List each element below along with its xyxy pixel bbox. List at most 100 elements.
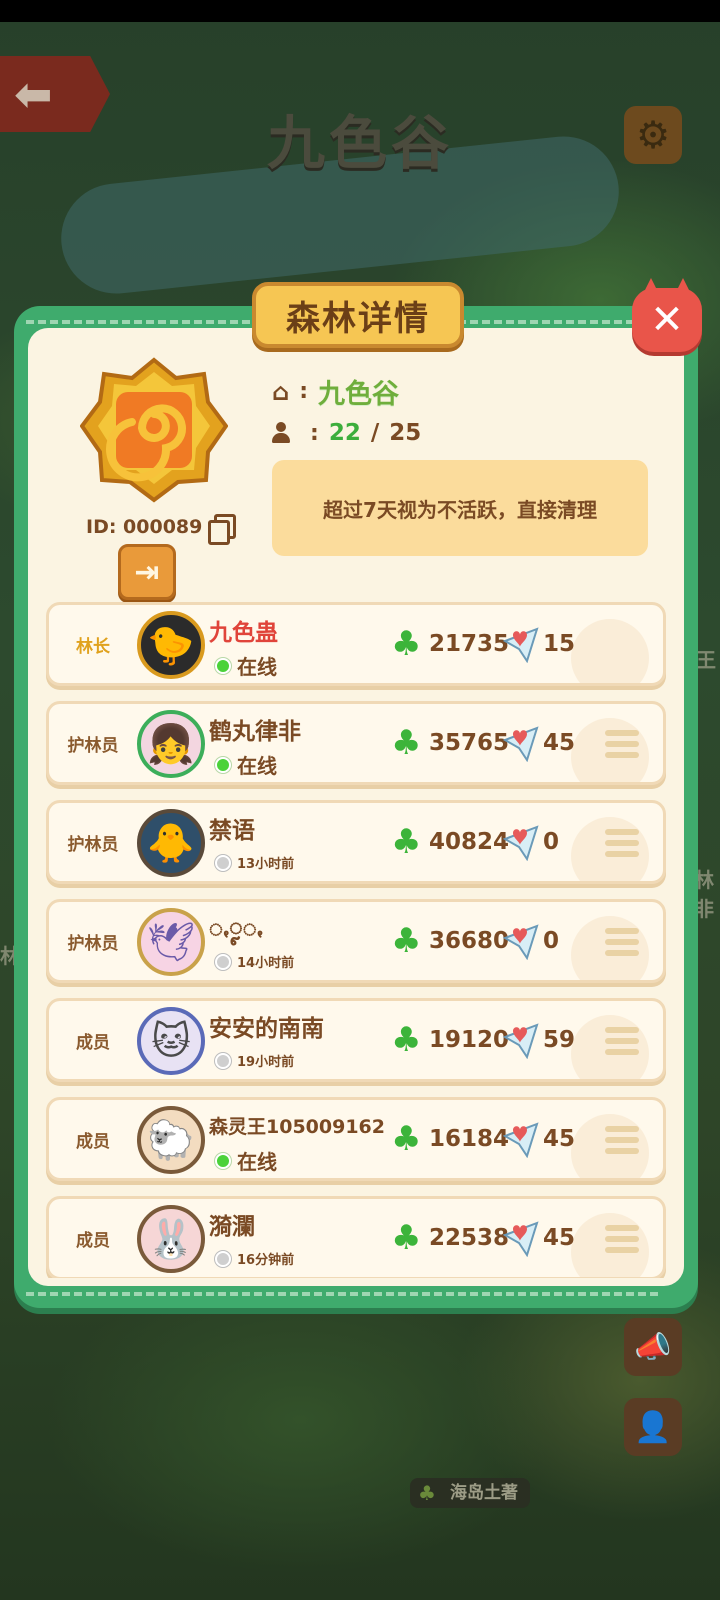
gift-count: 0 [543,928,560,954]
member-name: 禁语 [209,818,255,844]
settings-button[interactable]: ⚙ [624,106,682,164]
member-menu-icon[interactable] [605,1027,639,1059]
island-label[interactable]: 海岛土著 [410,1478,530,1508]
gift-count: 45 [543,730,576,756]
duck-sunglasses-avatar[interactable]: 🐤 [137,611,205,679]
status-text: 在线 [237,754,277,778]
members-icon [272,422,300,444]
sheep-avatar[interactable]: 🐑 [137,1106,205,1174]
member-role: 护林员 [67,834,119,855]
close-button[interactable]: ✕ [632,288,702,352]
gift-count: 0 [543,829,560,855]
clover-icon: ♣ [391,1020,422,1060]
member-row[interactable]: 护林员 🐥 禁语 13小时前 ♣ 40824 0 [46,800,666,884]
clover-icon: ♣ [391,624,422,664]
status-dot [215,953,231,970]
member-menu-icon[interactable] [605,928,639,960]
exit-forest-button[interactable]: ⇥ [118,544,176,600]
member-count-current: 22 [328,420,361,446]
member-row[interactable]: 护林员 👧 鹤丸律非 在线 ♣ 35765 45 [46,701,666,785]
member-name: 九色蛊 [209,620,278,646]
member-menu-icon[interactable] [605,1126,639,1158]
member-menu-icon[interactable] [605,730,639,762]
dialog-title: 森林详情 [252,282,464,348]
announce-button[interactable]: 📣 [624,1318,682,1376]
member-role: 护林员 [67,933,119,954]
gift-count: 45 [543,1126,576,1152]
send-heart-icon [503,726,539,762]
status-text: 在线 [237,655,277,679]
colon: : [299,379,308,404]
member-count-row: : 22 / 25 [272,420,421,446]
member-role: 护林员 [67,735,119,756]
home-icon: ⌂ [272,377,290,406]
chick-avatar[interactable]: 🐥 [137,809,205,877]
forest-id-text: ID: 000089 [86,516,203,538]
member-role: 林长 [76,636,110,657]
profile-card-icon: 👤 [634,1409,672,1445]
rabbit-avatar[interactable]: 🐰 [137,1205,205,1273]
clover-icon: ♣ [391,1218,422,1258]
profile-card-button[interactable]: 👤 [624,1398,682,1456]
clover-count: 19120 [429,1027,510,1053]
exit-icon: ⇥ [134,554,160,590]
clover-count: 36680 [429,928,510,954]
member-row[interactable]: 成员 🐑 森灵王105009162 在线 ♣ 16184 45 [46,1097,666,1181]
inactivity-notice: 超过7天视为不活跃，直接清理 [272,460,648,556]
send-heart-icon [503,924,539,960]
close-icon: ✕ [650,297,684,343]
gift-count: 15 [543,631,576,657]
forest-emblem [80,357,228,503]
member-row[interactable]: 成员 🐱 安安的南南 19小时前 ♣ 19120 59 [46,998,666,1082]
member-menu-icon[interactable] [605,1225,639,1257]
crane-avatar[interactable]: 🕊 [137,908,205,976]
status-dot [215,1250,231,1267]
status-text: 16分钟前 [237,1253,295,1268]
status-text: 14小时前 [237,956,295,971]
status-dot [215,854,231,871]
member-row[interactable]: 林长 🐤 九色蛊 在线 ♣ 21735 15 [46,602,666,686]
megaphone-icon: 📣 [634,1329,672,1365]
clover-icon: ♣ [391,921,422,961]
member-count-separator: / [370,420,380,446]
dialog-bottom-border [26,1292,658,1296]
forest-name-row: ⌂ : 九色谷 [272,372,399,411]
status-text: 在线 [237,1150,277,1174]
member-row[interactable]: 护林员 🕊 ꩻꨵꩻ 14小时前 ♣ 36680 0 [46,899,666,983]
clover-icon: ♣ [391,723,422,763]
member-status: 在线 [215,750,277,779]
forest-name: 九色谷 [318,379,399,410]
map-title: 九色谷 [266,109,453,177]
member-name: ꩻꨵꩻ [209,915,263,941]
member-name: 鹤丸律非 [209,719,301,745]
send-heart-icon [503,825,539,861]
copy-icon[interactable] [208,514,237,545]
member-role: 成员 [76,1230,110,1251]
status-bar [0,0,720,22]
clover-count: 40824 [429,829,510,855]
member-name: 森灵王105009162 [209,1116,385,1138]
cat-avatar[interactable]: 🐱 [137,1007,205,1075]
member-role: 成员 [76,1131,110,1152]
clover-count: 35765 [429,730,510,756]
forest-id: ID: 000089 [86,514,237,545]
clover-icon: ♣ [391,822,422,862]
status-dot [215,1152,231,1169]
member-name: 安安的南南 [209,1016,324,1042]
row-decoration [571,619,649,683]
edge-label-right-1: 王 [696,648,716,672]
member-count-max: 25 [389,420,422,446]
girl-avatar[interactable]: 👧 [137,710,205,778]
colon: : [310,420,319,446]
member-name: 漪瀾 [209,1214,255,1240]
status-dot [215,1052,231,1069]
member-row[interactable]: 成员 🐰 漪瀾 16分钟前 ♣ 22538 45 [46,1196,666,1278]
send-heart-icon [503,1023,539,1059]
clover-count: 22538 [429,1225,510,1251]
member-menu-icon[interactable] [605,829,639,861]
member-list[interactable]: 林长 🐤 九色蛊 在线 ♣ 21735 15 护林员 👧 鹤丸律非 在线 ♣ 3… [44,602,668,1278]
member-status: 在线 [215,1146,277,1175]
clover-icon: ♣ [391,1119,422,1159]
send-heart-icon [503,1221,539,1257]
gear-icon: ⚙ [635,113,671,157]
